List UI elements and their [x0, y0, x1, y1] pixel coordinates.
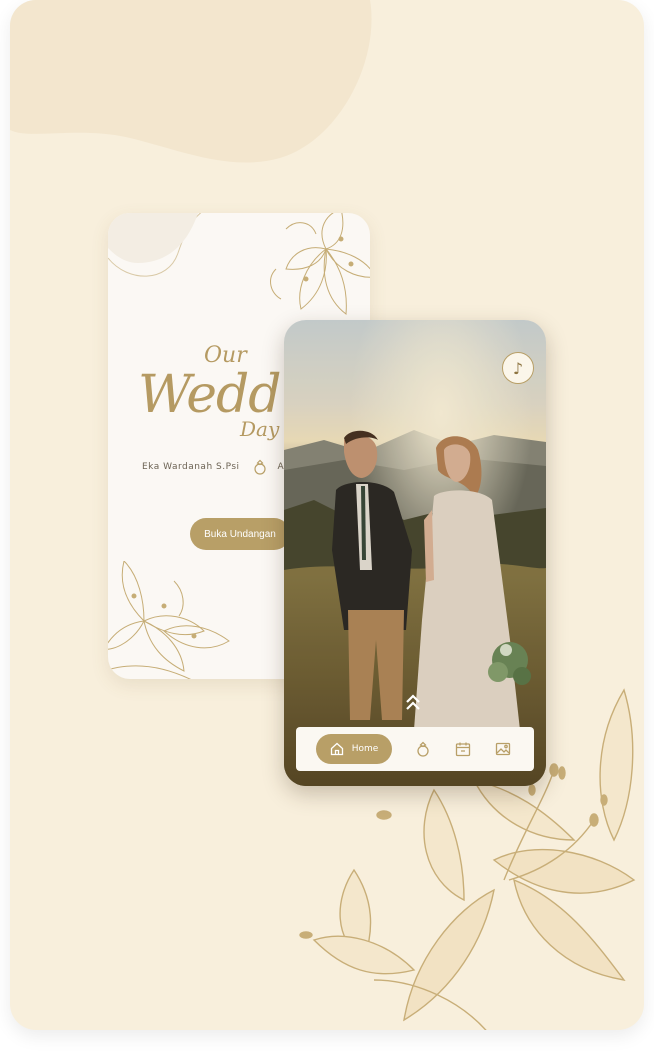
nav-gallery[interactable]: [494, 740, 512, 758]
decorative-scribble: [108, 213, 202, 277]
music-note-icon: ♪: [512, 358, 524, 378]
gallery-icon: [495, 742, 511, 756]
chevron-up-icon[interactable]: [404, 692, 422, 712]
calendar-icon: [455, 742, 471, 757]
title-wedding: Wedd: [138, 365, 282, 425]
name-left: Eka Wardanah S.Psi: [142, 462, 240, 472]
ring-icon: [417, 741, 429, 757]
lily-corner-bottom-icon: [108, 561, 230, 679]
home-icon: [330, 742, 343, 756]
nav-couple[interactable]: [414, 740, 432, 758]
couple-photo: [284, 320, 546, 786]
couple-names: Eka Wardanah S.Psi Ari: [142, 459, 291, 475]
music-toggle-button[interactable]: ♪: [502, 352, 534, 384]
ring-icon: [253, 459, 266, 475]
nav-event[interactable]: [454, 740, 472, 758]
nav-home-label: Home: [351, 744, 379, 754]
decorative-blob: [10, 0, 372, 163]
nav-home[interactable]: Home: [316, 734, 392, 764]
invitation-home-screen: ♪ Home: [284, 320, 546, 786]
open-invitation-button[interactable]: Buka Undangan: [190, 518, 290, 550]
showcase-card: Our Wedd Day Eka Wardanah S.Psi Ari Buka…: [10, 0, 644, 1030]
title-day: Day: [240, 417, 280, 441]
bottom-navigation: Home: [296, 727, 534, 771]
